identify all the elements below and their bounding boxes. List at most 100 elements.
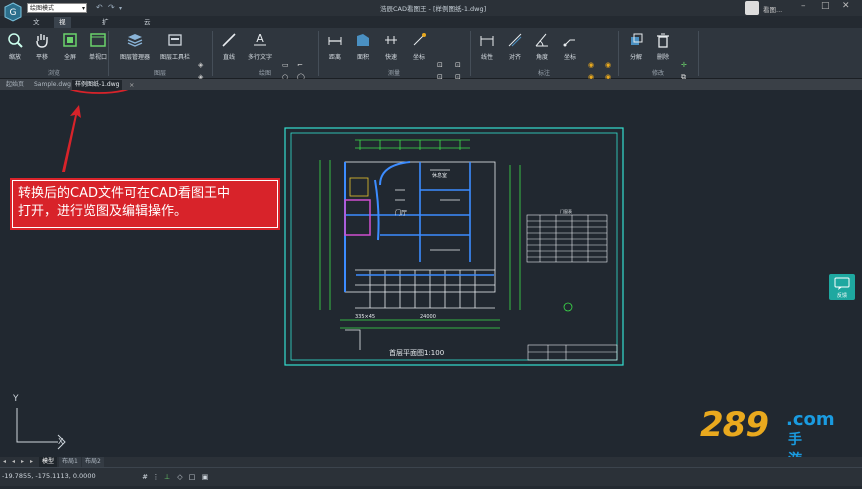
linear-dimension-button[interactable]: 线性 [472,32,502,61]
feedback-label: 反馈 [836,293,847,299]
mode-select-value: 绘图模式 [30,5,55,12]
rectangle-icon[interactable]: ▭ [282,61,290,69]
watermark-number: 289 [700,405,769,445]
menu-extensions[interactable]: 扩展工具 [97,17,114,59]
distance-icon [328,37,342,45]
tab-layout-1[interactable]: 布局1 [59,457,81,467]
tab-model[interactable]: 模型 [39,457,58,467]
group-label-modify: 修改 [651,70,664,77]
linear-dimension-icon [480,36,494,46]
hand-icon [36,34,48,48]
menu-file[interactable]: 文件 [28,17,45,37]
fullscreen-button[interactable]: 全屏 [55,32,85,61]
app-logo-icon[interactable]: G [4,2,22,24]
group-label-measure: 测量 [387,70,400,77]
layers-icon [127,34,143,47]
chevron-down-icon: ▾ [81,5,85,12]
status-bar: -19.7855, -175.1113, 0.0000 # ⋮ ⊥ ◇ □ ▣ [0,467,862,486]
tab-sample-drawing-1[interactable]: 样例图纸-1.dwg [72,80,123,90]
grid-icon[interactable]: # [141,473,149,481]
snap-icon[interactable]: ⋮ [152,473,160,481]
callout-text: 转换后的CAD文件可在CAD看图王中 打开，进行览图及编辑操作。 [18,185,280,221]
aligned-dimension-icon [508,33,522,47]
distance-button[interactable]: 距离 [320,32,350,61]
coordinate-dimension-button[interactable]: 坐标 [555,32,585,61]
trash-icon [657,33,669,48]
first-tab-icon[interactable]: ◂ [3,457,6,467]
callout-line-2: 打开，进行览图及编辑操作。 [18,204,188,219]
minimize-icon[interactable]: – [801,1,806,11]
layout-tabs-bar: ◂ ◂ ▸ ▸ 模型 布局1 布局2 [0,457,862,467]
feedback-widget[interactable]: 反馈 [829,274,855,300]
line-button[interactable]: 直线 [214,32,244,61]
maximize-icon[interactable]: □ [821,1,830,11]
prev-tab-icon[interactable]: ◂ [12,457,15,467]
measure-sum-icon[interactable]: ⊡ [455,61,463,69]
last-tab-icon[interactable]: ▸ [30,457,33,467]
measure-coordinate-button[interactable]: 坐标 [404,32,434,61]
redo-icon[interactable]: ↷ [108,3,115,12]
measure-arc-icon[interactable]: ⊡ [437,61,445,69]
mode-select[interactable]: 绘图模式 ▾ [27,3,87,13]
sheet-inner-frame [290,132,618,361]
polyline-icon[interactable]: ⌐ [297,61,305,69]
user-name[interactable]: 看图... [763,4,782,14]
quick-access-dropdown-icon[interactable]: ▾ [119,5,122,12]
close-tab-icon[interactable]: × [129,80,134,90]
undo-icon[interactable]: ↶ [96,3,103,12]
zoom-button[interactable]: 缩放 [0,32,30,61]
polar-icon[interactable]: ◇ [176,473,184,481]
area-button[interactable]: 面积 [348,32,378,61]
arc-length-icon[interactable]: ◉ [605,61,613,69]
callout-line-1: 转换后的CAD文件可在CAD看图王中 [18,186,230,201]
area-icon [357,34,369,46]
osnap-icon[interactable]: □ [188,473,196,481]
svg-text:G: G [10,8,17,18]
group-label-layer: 图层 [153,70,166,77]
multiline-text-button[interactable]: A 多行文字 [244,32,276,61]
tab-sample-dwg[interactable]: Sample.dwg [31,80,74,90]
annotation-arrow [62,105,81,172]
dimension-label-a: 335×45 [355,314,375,320]
text-icon: A [254,32,266,46]
viewport-icon [90,33,106,47]
ribbon-separator [698,31,699,76]
chat-icon [834,277,850,290]
quick-measure-button[interactable]: 快速 [376,32,406,61]
layer-manager-button[interactable]: 图层管理器 [118,32,152,61]
delete-button[interactable]: 删除 [648,32,678,61]
title-bar: G 绘图模式 ▾ ↶ ↷ ▾ 浩辰CAD看图王 - [样例图纸-1.dwg] 看… [0,0,862,22]
radius-dimension-icon[interactable]: ◉ [588,61,596,69]
menu-cloud-annotate[interactable]: 云批注 [139,17,156,48]
angle-dimension-button[interactable]: 角度 [527,32,557,61]
group-label-browse: 浏览 [47,70,60,77]
ortho-icon[interactable]: ⊥ [163,473,171,481]
lineweight-icon[interactable]: ▣ [201,473,209,481]
close-icon[interactable]: ✕ [842,1,850,11]
move-icon[interactable]: ✛ [681,61,689,69]
door-window-table [526,214,608,263]
avatar[interactable] [745,1,759,15]
tab-start-page[interactable]: 起始页 [3,80,27,90]
aligned-dimension-button[interactable]: 对齐 [500,32,530,61]
group-label-dimension: 标注 [537,70,550,77]
next-tab-icon[interactable]: ▸ [21,457,24,467]
magnifier-icon [8,33,23,48]
pan-button[interactable]: 平移 [27,32,57,61]
angle-icon [535,33,548,47]
cursor-coordinates: -19.7855, -175.1113, 0.0000 [2,472,96,480]
ucs-x-label: X [58,437,64,446]
drawing-canvas[interactable]: Y X 首层平面图1:100 门厅 休息室 门窗表 335×45 24000 转… [0,90,862,488]
fullscreen-icon [63,33,77,47]
coordinate-icon [413,33,426,46]
room-label-lobby: 门厅 [395,209,407,217]
menu-view-draw[interactable]: 视图绘制 [54,17,71,59]
layer-toolbar-button[interactable]: 图层工具栏 [158,32,192,61]
tab-layout-2[interactable]: 布局2 [82,457,104,467]
explode-button[interactable]: 分解 [621,32,651,61]
site-watermark: 289 .com 手游网 [700,405,835,488]
layer-off-icon[interactable]: ◈ [198,61,206,69]
highlight-ellipse [69,90,129,94]
document-tabs: 起始页 Sample.dwg 样例图纸-1.dwg × [0,79,862,90]
layer-toolbar-icon [168,34,182,46]
